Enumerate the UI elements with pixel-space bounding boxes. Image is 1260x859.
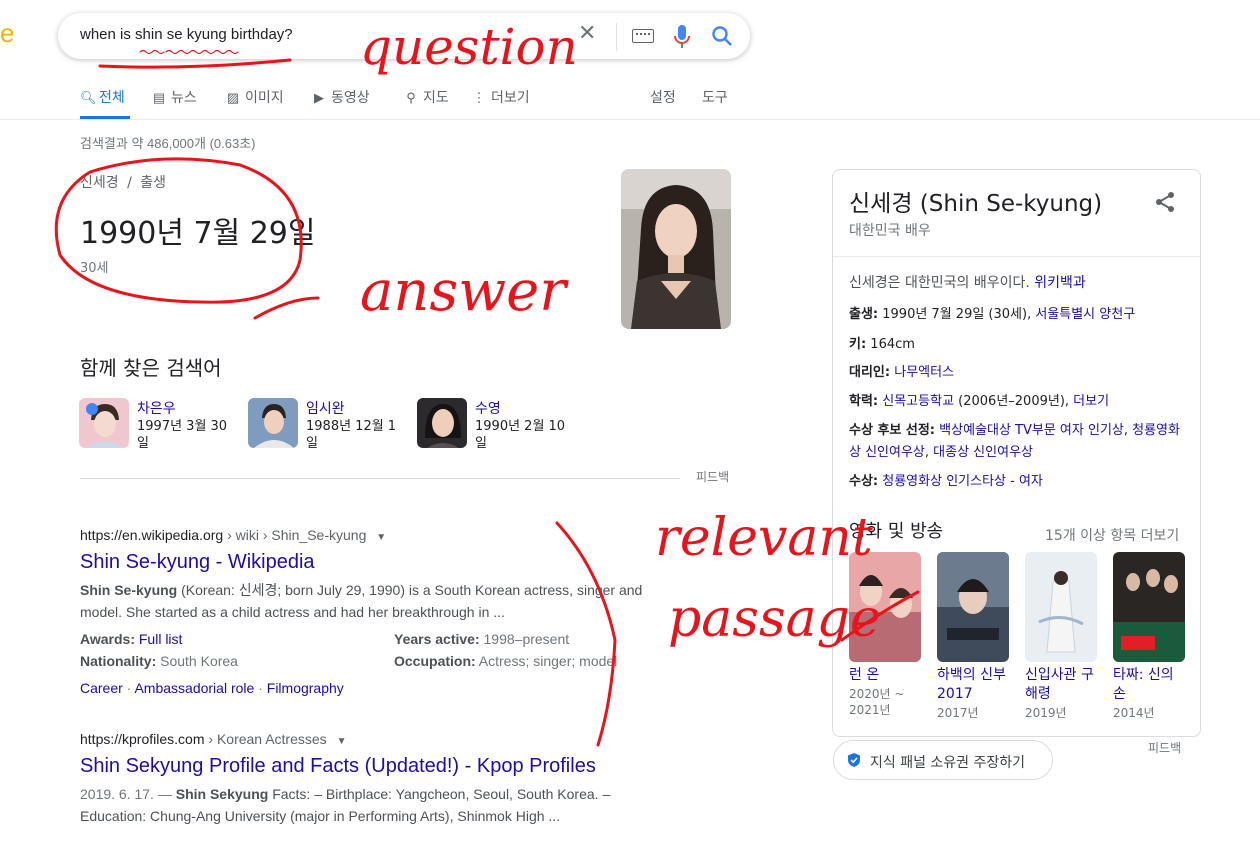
movie-title[interactable]: 하백의 신부 2017 [937, 666, 1013, 704]
sitelink-filmography[interactable]: Filmography [267, 680, 344, 696]
movie-title[interactable]: 타짜: 신의 손 [1113, 666, 1189, 704]
person-thumbnail [248, 398, 298, 448]
kp-description: 신세경은 대한민국의 배우이다. 위키백과 [849, 275, 1086, 291]
result-stats: 검색결과 약 486,000개 (0.63초) [80, 136, 256, 151]
section-divider [80, 478, 680, 479]
result-fact-years: Years active: 1998–present [394, 631, 570, 647]
movie-year: 2020년 ~ 2021년 [849, 687, 905, 717]
kp-height: 키: 164cm [849, 337, 915, 352]
header-divider [0, 119, 1260, 120]
result-url[interactable]: https://kprofiles.com › Korean Actresses… [80, 731, 346, 747]
map-pin-icon: ⚲ [406, 90, 416, 105]
movie-year: 2019년 [1025, 706, 1067, 720]
movie-poster [1025, 552, 1097, 662]
feedback-link[interactable]: 피드백 [696, 468, 729, 485]
result-snippet: 2019. 6. 17. — Shin Sekyung Facts: – Bir… [80, 786, 611, 824]
chevron-down-icon[interactable]: ▼ [376, 532, 386, 543]
person-birthdate: 1997년 3월 30일 [137, 419, 228, 451]
kp-movies-title: 영화 및 방송 [849, 521, 944, 542]
person-name[interactable]: 차은우 [137, 398, 176, 418]
portrait-image [621, 169, 731, 329]
chevron-down-icon[interactable]: ▼ [337, 736, 347, 747]
person-thumbnail [417, 398, 467, 448]
nomination-link[interactable]: 백상예술대상 TV부문 여자 인기상 [939, 423, 1124, 438]
search-input[interactable]: when is shin se kyung birthday? [80, 26, 293, 43]
more-vert-icon: ⋮ [472, 90, 486, 105]
education-more-link[interactable]: 더보기 [1073, 394, 1109, 409]
sitelink-ambassadorial-role[interactable]: Ambassadorial role [134, 680, 254, 696]
result-title[interactable]: Shin Sekyung Profile and Facts (Updated!… [80, 755, 596, 778]
people-also-search-title: 함께 찾은 검색어 [80, 356, 222, 380]
birthplace-link[interactable]: 서울특별시 양천구 [1035, 307, 1135, 322]
claim-panel-button[interactable]: 지식 패널 소유권 주장하기 [833, 740, 1053, 780]
movie-poster [937, 552, 1009, 662]
agency-link[interactable]: 나무엑터스 [894, 365, 954, 380]
result-snippet: Shin Se-kyung (Korean: 신세경; born July 29… [80, 582, 643, 620]
kp-divider [833, 256, 1200, 257]
news-icon: ▤ [152, 90, 166, 105]
result-fact-occupation: Occupation: Actress; singer; model [394, 653, 618, 669]
person-birthdate: 1990년 2월 10일 [475, 419, 566, 451]
school-link[interactable]: 신목고등학교 [882, 394, 954, 409]
answer-breadcrumb: 신세경 / 출생 [80, 175, 167, 191]
kp-born: 출생: 1990년 7월 29일 (30세), 서울특별시 양천구 [849, 307, 1136, 322]
person-thumbnail [79, 398, 129, 448]
google-logo-fragment[interactable]: e [0, 18, 14, 49]
kp-nominations: 수상 후보 선정: 백상예술대상 TV부문 여자 인기상, 청룡영화상 신인여우… [849, 423, 1180, 460]
tab-settings[interactable]: 설정 [650, 87, 676, 107]
feedback-link[interactable]: 피드백 [1148, 739, 1181, 756]
movie-poster [849, 552, 921, 662]
nomination-link[interactable]: 대종상 신인여우상 [933, 445, 1033, 460]
tab-all[interactable]: 🔍︎ 전체 [80, 87, 125, 107]
kp-awards: 수상: 청룡영화상 인기스타상 - 여자 [849, 474, 1043, 489]
knowledge-panel: 신세경 (Shin Se-kyung) 대한민국 배우 신세경은 대한민국의 배… [832, 169, 1201, 737]
result-fact-nationality: Nationality: South Korea [80, 653, 238, 669]
kp-education: 학력: 신목고등학교 (2006년–2009년), 더보기 [849, 394, 1110, 409]
sitelink-career[interactable]: Career [80, 680, 123, 696]
tab-news[interactable]: ▤ 뉴스 [152, 87, 197, 107]
search-icon: 🔍︎ [80, 90, 97, 105]
search-divider [616, 23, 617, 51]
annotation-answer: answer [360, 259, 569, 324]
answer-photo[interactable] [621, 169, 731, 329]
close-icon[interactable]: ✕ [578, 21, 596, 46]
search-box[interactable]: when is shin se kyung birthday? ✕ [58, 13, 750, 59]
result-title[interactable]: Shin Se-kyung - Wikipedia [80, 551, 315, 574]
tab-maps[interactable]: ⚲ 지도 [404, 87, 449, 107]
keyboard-icon[interactable] [632, 29, 654, 43]
kp-subtitle: 대한민국 배우 [849, 223, 931, 239]
tab-videos[interactable]: ▶ 동영상 [312, 87, 370, 107]
wikipedia-link[interactable]: 위키백과 [1034, 275, 1086, 291]
answer-entity-link[interactable]: 신세경 [80, 175, 119, 191]
awards-link[interactable]: Full list [139, 631, 183, 647]
kp-agency: 대리인: 나무엑터스 [849, 365, 955, 380]
movie-title[interactable]: 런 온 [849, 666, 925, 685]
video-icon: ▶ [314, 90, 324, 105]
answer-value: 1990년 7월 29일 [80, 216, 316, 251]
result-sitelinks: Career · Ambassadorial role · Filmograph… [80, 680, 344, 696]
tab-images[interactable]: ▨ 이미지 [226, 87, 284, 107]
movie-year: 2014년 [1113, 706, 1155, 720]
search-icon[interactable] [710, 24, 734, 48]
person-name[interactable]: 임시완 [306, 398, 345, 418]
kp-title: 신세경 (Shin Se-kyung) [849, 191, 1103, 217]
result-url[interactable]: https://en.wikipedia.org › wiki › Shin_S… [80, 527, 386, 543]
share-icon[interactable] [1153, 190, 1177, 214]
movie-year: 2017년 [937, 706, 979, 720]
result-fact-awards: Awards: Full list [80, 631, 183, 647]
tab-more[interactable]: ⋮ 더보기 [472, 87, 530, 107]
mic-icon[interactable] [672, 24, 692, 50]
person-name[interactable]: 수영 [475, 398, 501, 418]
movie-title[interactable]: 신입사관 구해령 [1025, 666, 1101, 704]
person-birthdate: 1988년 12월 1일 [306, 419, 397, 451]
image-icon: ▨ [226, 90, 240, 105]
answer-age: 30세 [80, 261, 109, 276]
verified-shield-icon [848, 753, 860, 767]
kp-movies-more-link[interactable]: 15개 이상 항목 더보기 [1045, 525, 1179, 545]
tab-tools[interactable]: 도구 [702, 87, 728, 107]
movie-poster [1113, 552, 1185, 662]
award-link[interactable]: 청룡영화상 인기스타상 - 여자 [882, 474, 1043, 489]
